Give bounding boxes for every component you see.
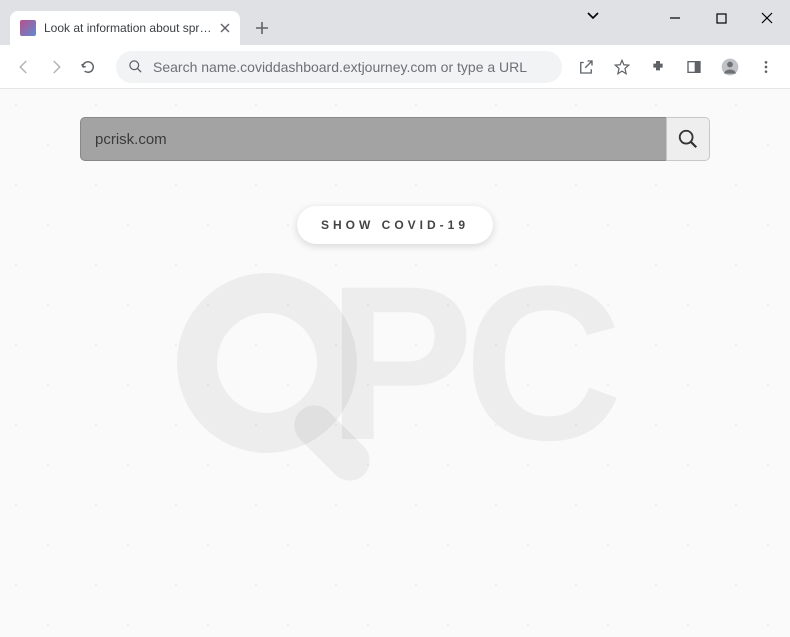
- new-tab-button[interactable]: [248, 14, 276, 42]
- page-content: PC SHOW COVID-19: [0, 89, 790, 637]
- titlebar: Look at information about spread…: [0, 0, 790, 45]
- omnibox-text: Search name.coviddashboard.extjourney.co…: [153, 59, 527, 75]
- reload-button[interactable]: [72, 51, 104, 83]
- watermark-text: PC: [327, 237, 613, 490]
- close-tab-icon[interactable]: [220, 23, 230, 33]
- side-panel-button[interactable]: [678, 51, 710, 83]
- forward-button[interactable]: [40, 51, 72, 83]
- close-window-button[interactable]: [744, 0, 790, 36]
- tab-title: Look at information about spread…: [44, 21, 212, 35]
- search-icon: [128, 59, 143, 74]
- profile-button[interactable]: [714, 51, 746, 83]
- page-search-button[interactable]: [666, 117, 710, 161]
- maximize-button[interactable]: [698, 0, 744, 36]
- bookmark-button[interactable]: [606, 51, 638, 83]
- extensions-button[interactable]: [642, 51, 674, 83]
- tab-favicon: [20, 20, 36, 36]
- page-search-input[interactable]: [80, 117, 666, 161]
- tab-search-button[interactable]: [586, 8, 600, 22]
- toolbar: Search name.coviddashboard.extjourney.co…: [0, 45, 790, 89]
- address-bar[interactable]: Search name.coviddashboard.extjourney.co…: [116, 51, 562, 83]
- page-search-bar: [80, 117, 710, 161]
- magnifier-icon: [677, 128, 699, 150]
- menu-button[interactable]: [750, 51, 782, 83]
- window-controls: [652, 0, 790, 36]
- watermark: PC: [0, 89, 790, 637]
- minimize-button[interactable]: [652, 0, 698, 36]
- browser-tab[interactable]: Look at information about spread…: [10, 11, 240, 45]
- share-button[interactable]: [570, 51, 602, 83]
- back-button[interactable]: [8, 51, 40, 83]
